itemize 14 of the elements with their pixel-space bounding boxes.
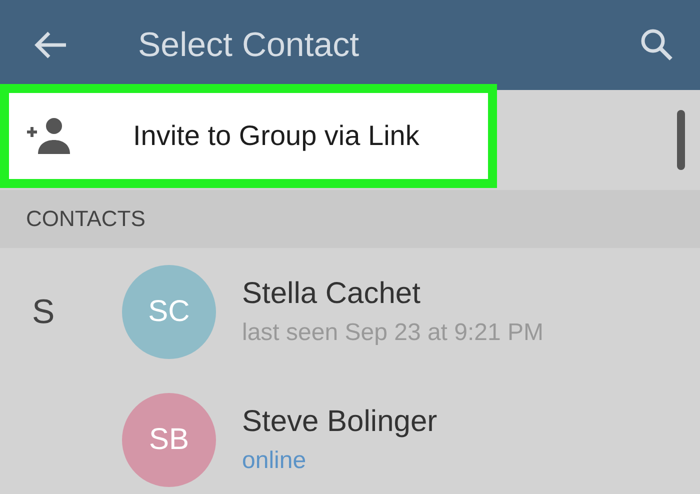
search-icon [640, 28, 674, 62]
index-letter: S [31, 292, 56, 332]
contact-name: Steve Bolinger [242, 405, 438, 439]
contact-name: Stella Cachet [242, 277, 422, 311]
back-arrow-icon [34, 31, 68, 59]
contact-status: online [242, 447, 308, 475]
section-title: CONTACTS [26, 206, 146, 232]
screen-title: Select Contact [138, 26, 360, 64]
contact-status: last seen Sep 23 at 9:21 PM [242, 319, 544, 347]
add-person-icon [25, 116, 71, 156]
invite-link-button[interactable]: Invite to Group via Link [0, 84, 497, 188]
avatar: SC [122, 265, 216, 359]
avatar: SB [122, 393, 216, 487]
scrollbar[interactable] [677, 110, 685, 170]
